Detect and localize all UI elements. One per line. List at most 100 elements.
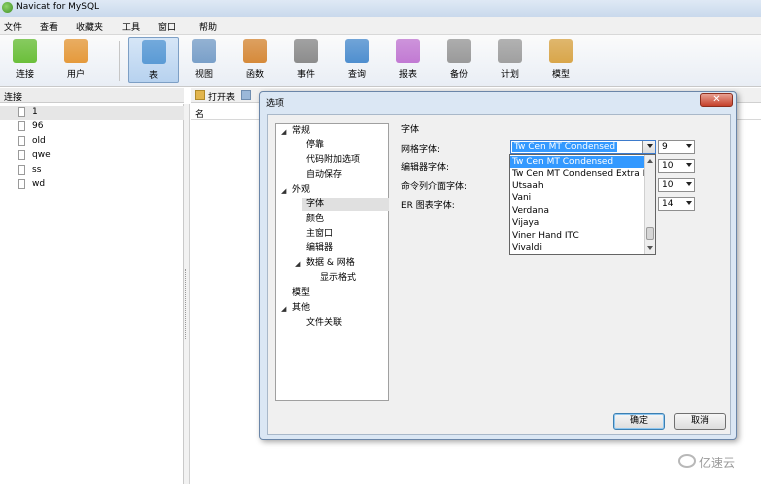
dialog-close-button[interactable]: ✕	[700, 93, 733, 107]
tree-item-model[interactable]: 模型	[292, 287, 310, 300]
console-font-size-value: 10	[662, 180, 674, 190]
connection-icon	[13, 39, 37, 63]
watermark-text: 亿速云	[699, 456, 736, 470]
grid-font-label: 网格字体:	[401, 145, 441, 155]
grid-font-size-select[interactable]: 9	[658, 140, 695, 154]
tree-item-docking[interactable]: 停靠	[306, 139, 324, 152]
font-option[interactable]: Vani	[510, 192, 644, 204]
toolbar-query-button[interactable]: 查询	[332, 37, 382, 83]
menu-file[interactable]: 文件	[4, 20, 22, 33]
toolbar-label: 函数	[245, 70, 264, 80]
font-option[interactable]: Tw Cen MT Condensed Extra B	[510, 168, 644, 180]
connection-name: 96	[32, 121, 44, 131]
font-option[interactable]: Viner Hand ITC	[510, 230, 644, 242]
toolbar-model-button[interactable]: 模型	[536, 37, 586, 83]
watermark-logo-icon	[678, 454, 696, 468]
toolbar-function-button[interactable]: 函数	[230, 37, 280, 83]
toolbar-schedule-button[interactable]: 计划	[485, 37, 535, 83]
event-icon	[294, 39, 318, 63]
connection-icon	[18, 136, 25, 146]
toolbar-label: 查询	[347, 70, 366, 80]
grid-font-select[interactable]: Tw Cen MT Condensed	[510, 140, 656, 154]
toolbar-label: 视图	[194, 70, 213, 80]
splitter-grip[interactable]	[185, 269, 188, 339]
toolbar-label: 模型	[551, 70, 570, 80]
tree-item-colors[interactable]: 颜色	[306, 213, 324, 226]
connections-tree: 1 96 old qwe ss wd	[0, 104, 184, 484]
menu-help[interactable]: 帮助	[199, 20, 217, 33]
toolbar-table-button[interactable]: 表	[128, 37, 179, 83]
toolbar-label: 备份	[449, 70, 468, 80]
tree-item-code-append[interactable]: 代码附加选项	[306, 154, 360, 167]
pane-splitter[interactable]	[184, 104, 190, 484]
collapse-icon[interactable]: ◢	[295, 260, 300, 268]
user-icon	[64, 39, 88, 63]
toolbar-label: 事件	[296, 70, 315, 80]
dropdown-scrollbar[interactable]	[644, 155, 655, 254]
toolbar-label: 表	[148, 71, 158, 81]
toolbar-report-button[interactable]: 报表	[383, 37, 433, 83]
menu-bar: 文件 查看 收藏夹 工具 窗口 帮助	[0, 17, 761, 35]
tree-item-file-association[interactable]: 文件关联	[306, 317, 342, 330]
main-toolbar: 连接 用户 表 视图 函数 事件 查询 报表 备份 计划 模型	[0, 35, 761, 87]
connection-icon	[18, 165, 25, 175]
tree-item-main-window[interactable]: 主窗口	[306, 228, 333, 241]
font-option[interactable]: Vivaldi	[510, 242, 644, 254]
connection-icon	[18, 121, 25, 131]
connection-item[interactable]: wd	[0, 178, 184, 192]
ok-button[interactable]: 确定	[613, 413, 665, 430]
er-font-size-value: 14	[662, 199, 674, 209]
font-option[interactable]: Verdana	[510, 205, 644, 217]
collapse-icon[interactable]: ◢	[281, 128, 286, 136]
er-font-label: ER 图表字体:	[401, 201, 455, 211]
console-font-label: 命令列介面字体:	[401, 182, 468, 192]
tree-item-editor[interactable]: 编辑器	[306, 242, 333, 255]
cancel-button[interactable]: 取消	[674, 413, 726, 430]
menu-favorites[interactable]: 收藏夹	[76, 20, 103, 33]
design-table-icon[interactable]	[241, 90, 251, 100]
scroll-up-icon[interactable]	[647, 159, 653, 163]
open-table-icon	[195, 90, 205, 100]
collapse-icon[interactable]: ◢	[281, 187, 286, 195]
font-option[interactable]: Vijaya	[510, 217, 644, 229]
menu-tools[interactable]: 工具	[122, 20, 140, 33]
tree-item-general[interactable]: 常规	[292, 125, 310, 138]
console-font-size-select[interactable]: 10	[658, 178, 695, 192]
tree-item-autosave[interactable]: 自动保存	[306, 169, 342, 182]
font-option[interactable]: Utsaah	[510, 180, 644, 192]
toolbar-backup-button[interactable]: 备份	[434, 37, 484, 83]
toolbar-connection-button[interactable]: 连接	[0, 37, 50, 83]
scrollbar-thumb[interactable]	[646, 227, 654, 240]
toolbar-view-button[interactable]: 视图	[179, 37, 229, 83]
tree-item-appearance[interactable]: 外观	[292, 184, 310, 197]
menu-window[interactable]: 窗口	[158, 20, 176, 33]
toolbar-separator	[119, 41, 120, 81]
font-option[interactable]: Tw Cen MT Condensed	[510, 156, 644, 168]
tree-item-fonts[interactable]: 字体	[302, 198, 389, 211]
menu-view[interactable]: 查看	[40, 20, 58, 33]
er-font-size-select[interactable]: 14	[658, 197, 695, 211]
tree-item-display-format[interactable]: 显示格式	[320, 272, 356, 285]
connection-item[interactable]: 96	[0, 120, 184, 134]
backup-icon	[447, 39, 471, 63]
navicat-app-icon	[2, 2, 13, 13]
toolbar-label: 连接	[15, 70, 34, 80]
column-header-name[interactable]: 名	[195, 107, 204, 120]
scroll-down-icon[interactable]	[647, 246, 653, 250]
connection-item[interactable]: 1	[0, 106, 184, 120]
watermark: 亿速云	[678, 452, 758, 472]
tree-item-other[interactable]: 其他	[292, 302, 310, 315]
connection-name: 1	[32, 107, 38, 117]
connection-item[interactable]: ss	[0, 164, 184, 178]
editor-font-size-select[interactable]: 10	[658, 159, 695, 173]
connection-item[interactable]: old	[0, 135, 184, 149]
open-table-button[interactable]: 打开表	[208, 90, 235, 103]
collapse-icon[interactable]: ◢	[281, 305, 286, 313]
toolbar-event-button[interactable]: 事件	[281, 37, 331, 83]
query-icon	[345, 39, 369, 63]
font-dropdown-list[interactable]: Tw Cen MT Condensed Tw Cen MT Condensed …	[509, 154, 656, 255]
toolbar-user-button[interactable]: 用户	[51, 37, 101, 83]
view-icon	[192, 39, 216, 63]
connection-item[interactable]: qwe	[0, 149, 184, 163]
tree-item-data-grid[interactable]: 数据 & 网格	[306, 257, 355, 270]
